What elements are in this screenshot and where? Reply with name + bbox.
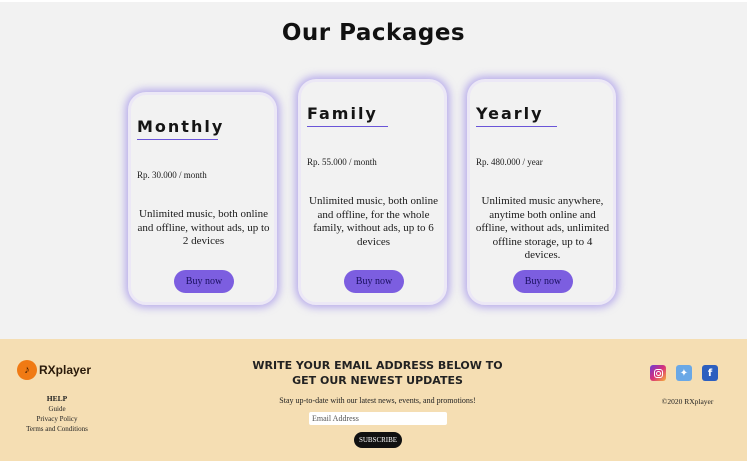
instagram-icon[interactable] (650, 365, 666, 381)
newsletter-subtitle: Stay up-to-date with our latest news, ev… (279, 396, 476, 405)
music-note-icon: ♪ (17, 360, 37, 380)
buy-now-button[interactable]: Buy now (174, 270, 234, 293)
package-description: Unlimited music anywhere, anytime both o… (475, 195, 610, 261)
subscribe-button[interactable]: SUBSCRIBE (354, 432, 402, 448)
brand-logo[interactable]: ♪ RXplayer (17, 360, 91, 380)
page-title: Our Packages (281, 20, 466, 46)
top-divider (0, 0, 747, 2)
package-price: Rp. 30.000 / month (137, 170, 207, 180)
buy-now-button[interactable]: Buy now (513, 270, 573, 293)
package-card-yearly: Yearly Rp. 480.000 / year Unlimited musi… (467, 79, 616, 305)
package-price: Rp. 55.000 / month (307, 157, 377, 167)
package-card-family: Family Rp. 55.000 / month Unlimited musi… (298, 79, 447, 305)
terms-link[interactable]: Terms and Conditions (17, 424, 97, 434)
email-input[interactable] (309, 412, 447, 425)
package-name-underline (476, 126, 557, 127)
site-footer: ♪ RXplayer HELP Guide Privacy Policy Ter… (0, 339, 747, 461)
privacy-policy-link[interactable]: Privacy Policy (17, 414, 97, 424)
package-description: Unlimited music, both online and offline… (309, 195, 438, 248)
brand-name: RXplayer (39, 363, 92, 377)
package-price: Rp. 480.000 / year (476, 157, 543, 167)
package-name: Yearly (476, 104, 544, 123)
buy-now-button[interactable]: Buy now (344, 270, 404, 293)
facebook-icon[interactable]: f (702, 365, 718, 381)
twitter-icon[interactable]: ✦ (676, 365, 692, 381)
package-name: Monthly (137, 117, 225, 136)
help-heading: HELP (46, 394, 68, 403)
guide-link[interactable]: Guide (17, 404, 97, 414)
package-name-underline (307, 126, 388, 127)
newsletter-title: WRITE YOUR EMAIL ADDRESS BELOW TO GET OU… (252, 359, 503, 387)
copyright-text: ©2020 RXplayer (661, 397, 714, 406)
package-name-underline (137, 139, 218, 140)
help-links: HELP Guide Privacy Policy Terms and Cond… (17, 394, 97, 434)
package-name: Family (307, 104, 378, 123)
package-card-monthly: Monthly Rp. 30.000 / month Unlimited mus… (128, 92, 277, 305)
package-description: Unlimited music, both online and offline… (137, 208, 270, 247)
